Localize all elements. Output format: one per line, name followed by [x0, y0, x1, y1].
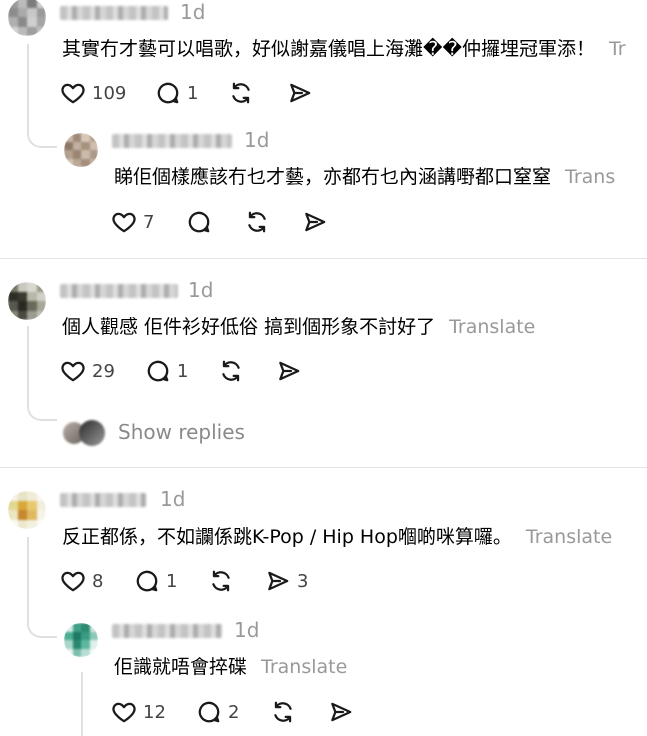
like-button[interactable]: 109 — [60, 79, 126, 107]
send-icon — [331, 702, 352, 722]
like-button[interactable]: 12 — [111, 698, 166, 726]
heart-icon — [61, 571, 85, 592]
like-count: 7 — [143, 211, 155, 233]
reply-button[interactable]: 2 — [196, 698, 239, 726]
username[interactable] — [112, 624, 222, 638]
comment-text: 其實冇才藝可以唱歌，好似謝嘉儀唱上海灘��仲攞埋冠軍添！ Tr — [62, 34, 626, 61]
avatar[interactable] — [64, 623, 98, 657]
send-icon — [290, 83, 311, 103]
translate-link[interactable]: Translate — [449, 316, 535, 338]
thread-line — [81, 672, 83, 736]
heart-icon — [112, 212, 136, 233]
divider — [0, 258, 647, 259]
comment-bubble-icon — [147, 360, 169, 382]
reply-count: 2 — [228, 701, 240, 723]
like-count: 8 — [92, 570, 104, 592]
avatar[interactable] — [8, 0, 46, 36]
comment-bubble-icon — [157, 82, 179, 104]
like-count: 109 — [92, 82, 127, 104]
reply-count: 1 — [177, 360, 189, 382]
share-button[interactable] — [328, 698, 354, 726]
share-count: 3 — [297, 570, 309, 592]
comment-text: 睇佢個樣應該冇乜才藝，亦都冇乜內涵講嘢都口窒窒 Trans — [114, 162, 615, 189]
reply-avatars[interactable] — [63, 420, 105, 446]
comment-bubble-icon — [188, 211, 210, 233]
comment-text-content: 其實冇才藝可以唱歌，好似謝嘉儀唱上海灘��仲攞埋冠軍添！ — [62, 38, 595, 60]
username[interactable] — [60, 493, 146, 507]
send-icon — [279, 361, 300, 381]
thread-line — [27, 44, 29, 134]
share-button[interactable]: 3 — [265, 567, 308, 595]
timestamp: 1d — [244, 128, 270, 152]
translate-link[interactable]: Translate — [526, 526, 612, 548]
thread-connector — [27, 130, 57, 148]
timestamp: 1d — [180, 0, 206, 24]
repost-button[interactable] — [270, 698, 296, 726]
thread-connector — [27, 403, 57, 421]
heart-icon — [61, 83, 85, 104]
avatar[interactable] — [8, 491, 46, 529]
reply-button[interactable] — [186, 208, 212, 236]
share-button[interactable] — [287, 79, 313, 107]
comment-text-content: 佢識就唔會捽碟 — [114, 656, 248, 678]
repost-icon — [274, 701, 292, 723]
translate-link[interactable]: Translate — [261, 656, 347, 678]
avatar[interactable] — [64, 133, 98, 167]
share-button[interactable] — [302, 208, 328, 236]
heart-icon — [61, 361, 85, 382]
heart-icon — [112, 702, 136, 723]
comment-text: 反正都係，不如讕係跳K-Pop / Hip Hop嗰啲咪算囉。 Translate — [62, 522, 612, 549]
translate-link[interactable]: Tr — [609, 38, 626, 60]
like-count: 29 — [92, 360, 115, 382]
reply-count: 1 — [166, 570, 178, 592]
timestamp: 1d — [188, 278, 214, 302]
repost-button[interactable] — [218, 357, 244, 385]
avatar[interactable] — [8, 282, 46, 320]
repost-icon — [232, 82, 250, 104]
username[interactable] — [112, 134, 232, 148]
reply-button[interactable]: 1 — [155, 79, 198, 107]
reply-button[interactable]: 1 — [134, 567, 177, 595]
comment-bubble-icon — [198, 701, 220, 723]
thread-line — [27, 326, 29, 406]
comment-text: 個人觀感 佢件衫好低俗 搞到個形象不討好了 Translate — [62, 312, 535, 339]
repost-button[interactable] — [228, 79, 254, 107]
repost-icon — [212, 570, 230, 592]
username[interactable] — [60, 6, 168, 20]
divider — [0, 467, 647, 468]
timestamp: 1d — [160, 487, 186, 511]
username[interactable] — [60, 284, 178, 298]
comment-bubble-icon — [136, 570, 158, 592]
like-button[interactable]: 29 — [60, 357, 115, 385]
comment-text-content: 個人觀感 佢件衫好低俗 搞到個形象不討好了 — [62, 316, 436, 338]
send-icon — [305, 212, 326, 232]
comment-text-content: 反正都係，不如讕係跳K-Pop / Hip Hop嗰啲咪算囉。 — [62, 526, 512, 548]
comment-text-content: 睇佢個樣應該冇乜才藝，亦都冇乜內涵講嘢都口窒窒 — [114, 166, 552, 188]
like-button[interactable]: 7 — [111, 208, 154, 236]
repost-button[interactable] — [244, 208, 270, 236]
share-button[interactable] — [276, 357, 302, 385]
timestamp: 1d — [234, 618, 260, 642]
thread-line — [27, 537, 29, 623]
reply-button[interactable]: 1 — [145, 357, 188, 385]
repost-button[interactable] — [208, 567, 234, 595]
thread-connector — [27, 620, 57, 638]
repost-icon — [222, 360, 240, 382]
reply-count: 1 — [187, 82, 199, 104]
repost-icon — [248, 211, 266, 233]
translate-link[interactable]: Trans — [565, 166, 615, 188]
like-count: 12 — [143, 701, 166, 723]
show-replies-link[interactable]: Show replies — [118, 420, 245, 444]
comment-text: 佢識就唔會捽碟 Translate — [114, 652, 347, 679]
send-icon — [268, 571, 289, 591]
like-button[interactable]: 8 — [60, 567, 103, 595]
